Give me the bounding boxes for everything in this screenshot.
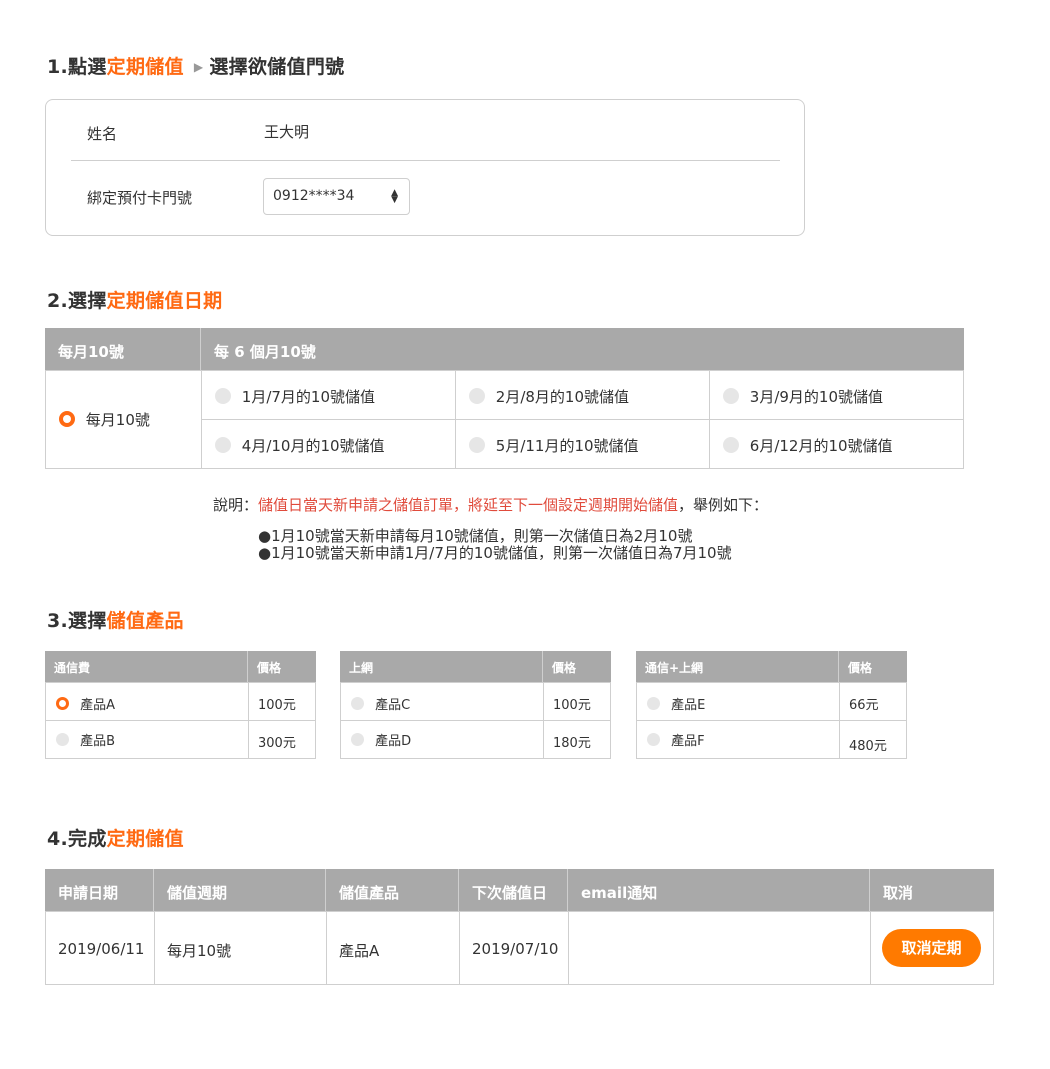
price-header: 價格 (248, 651, 316, 682)
card-number-label: 綁定預付卡門號 (87, 189, 193, 207)
product-option-d[interactable]: 產品D (340, 720, 544, 759)
product-price: 180元 (543, 720, 611, 759)
product-name: 產品D (375, 734, 412, 749)
radio-selected-icon (59, 410, 75, 427)
option-feb-aug[interactable]: 2月/8月的10號儲值 (455, 370, 710, 420)
price-header: 價格 (543, 651, 611, 682)
phone-info-card: 姓名 王大明 綁定預付卡門號 0912****34 ▲ ▼ (45, 99, 805, 236)
example-item: ●1月10號當天新申請每月10號儲值，則第一次儲值日為2月10號 (258, 527, 693, 545)
product-option-c[interactable]: 產品C (340, 682, 544, 721)
example-item: ●1月10號當天新申請1月/7月的10號儲值，則第一次儲值日為7月10號 (258, 544, 732, 562)
radio-icon (647, 697, 660, 710)
radio-icon (723, 387, 739, 404)
select-arrows-icon: ▲ ▼ (391, 188, 398, 205)
step3-title: 3.選擇儲值產品 (47, 610, 184, 632)
product-table-bundle: 通信+上網 價格 產品E 66元 產品F 480元 (636, 651, 907, 759)
header-cycle: 儲值週期 (154, 869, 326, 911)
divider (71, 160, 780, 161)
product-option-a[interactable]: 產品A (45, 682, 249, 721)
schedule-note: 說明：儲值日當天新申請之儲值訂單，將延至下一個設定週期開始儲值，舉例如下： (213, 496, 769, 514)
radio-icon (647, 733, 660, 746)
group-header: 通信+上網 (636, 651, 839, 682)
option-label: 1月/7月的10號儲值 (241, 388, 376, 406)
radio-icon (351, 697, 364, 710)
option-label: 5月/11月的10號儲值 (495, 437, 639, 455)
option-label: 4月/10月的10號儲值 (241, 437, 385, 455)
radio-selected-icon (56, 697, 69, 710)
radio-icon (351, 733, 364, 746)
schedule-table: 每月10號 每 6 個月10號 每月10號 1月/7月的10號儲值 2月/8月的… (45, 328, 964, 469)
product-table-data: 上網 價格 產品C 100元 產品D 180元 (340, 651, 611, 759)
header-apply-date: 申請日期 (45, 869, 154, 911)
product-price: 66元 (839, 682, 907, 721)
group-header: 上網 (340, 651, 543, 682)
group-header: 通信費 (45, 651, 248, 682)
cell-email (568, 911, 871, 985)
product-price: 480元 (839, 720, 907, 759)
option-mar-sep[interactable]: 3月/9月的10號儲值 (709, 370, 964, 420)
option-monthly[interactable]: 每月10號 (45, 370, 202, 469)
cell-apply-date: 2019/06/11 (45, 911, 155, 985)
example-list: ●1月10號當天新申請每月10號儲值，則第一次儲值日為2月10號 ●1月10號當… (258, 528, 732, 562)
step4-title: 4.完成定期儲值 (47, 828, 184, 850)
triangle-right-icon: ▶ (193, 60, 204, 74)
radio-icon (215, 436, 231, 453)
product-table-call: 通信費 價格 產品A 100元 產品B 300元 (45, 651, 316, 759)
product-name: 產品B (80, 734, 116, 749)
cancel-subscription-button[interactable]: 取消定期 (882, 929, 981, 967)
product-name: 產品E (671, 698, 706, 713)
header-monthly: 每月10號 (45, 328, 201, 370)
radio-icon (469, 387, 485, 404)
name-label: 姓名 (87, 125, 118, 143)
radio-icon (723, 436, 739, 453)
option-apr-oct[interactable]: 4月/10月的10號儲值 (201, 419, 456, 469)
option-label: 每月10號 (85, 411, 150, 429)
product-price: 100元 (248, 682, 316, 721)
cell-product: 產品A (326, 911, 460, 985)
product-price: 300元 (248, 720, 316, 759)
radio-icon (56, 733, 69, 746)
price-header: 價格 (839, 651, 907, 682)
subscription-table: 申請日期 儲值週期 儲值產品 下次儲值日 email通知 取消 2019/06/… (45, 869, 994, 985)
product-option-f[interactable]: 產品F (636, 720, 840, 759)
step1-title: 1.點選定期儲值 ▶ 選擇欲儲值門號 (47, 56, 345, 78)
option-label: 3月/9月的10號儲值 (749, 388, 884, 406)
option-label: 2月/8月的10號儲值 (495, 388, 630, 406)
option-label: 6月/12月的10號儲值 (749, 437, 893, 455)
header-six-month: 每 6 個月10號 (201, 328, 964, 370)
product-name: 產品F (671, 734, 705, 749)
product-price: 100元 (543, 682, 611, 721)
header-email: email通知 (568, 869, 870, 911)
option-jun-dec[interactable]: 6月/12月的10號儲值 (709, 419, 964, 469)
radio-icon (215, 387, 231, 404)
product-option-b[interactable]: 產品B (45, 720, 249, 759)
product-name: 產品A (80, 698, 116, 713)
cell-next-date: 2019/07/10 (459, 911, 569, 985)
header-next-date: 下次儲值日 (459, 869, 568, 911)
step2-title: 2.選擇定期儲值日期 (47, 290, 223, 312)
phone-number-value: 0912****34 (273, 188, 355, 204)
cell-cycle: 每月10號 (154, 911, 327, 985)
name-value: 王大明 (264, 123, 310, 141)
option-may-nov[interactable]: 5月/11月的10號儲值 (455, 419, 710, 469)
header-cancel: 取消 (870, 869, 994, 911)
product-name: 產品C (375, 698, 411, 713)
phone-number-select[interactable]: 0912****34 ▲ ▼ (263, 178, 410, 215)
radio-icon (469, 436, 485, 453)
header-product: 儲值產品 (326, 869, 459, 911)
product-option-e[interactable]: 產品E (636, 682, 840, 721)
option-jan-jul[interactable]: 1月/7月的10號儲值 (201, 370, 456, 420)
